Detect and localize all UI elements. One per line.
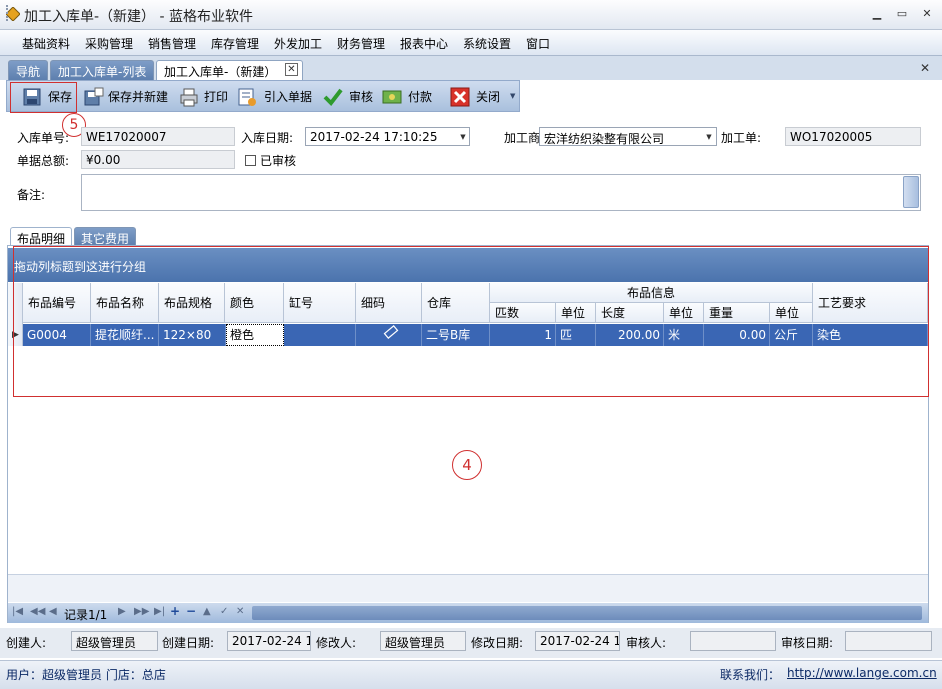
audited-checkbox[interactable] (245, 155, 256, 166)
menu-grip (6, 5, 10, 21)
import-document-button[interactable]: 引入单据 (264, 87, 312, 107)
record-counter: 记录1/1 (64, 608, 108, 622)
menu-reports[interactable]: 报表中心 (400, 35, 448, 51)
restore-icon[interactable]: ▭ (893, 6, 911, 22)
total-label: 单据总额: (17, 154, 70, 168)
tab-close-icon[interactable]: ✕ (285, 63, 298, 76)
menu-outsourcing[interactable]: 外发加工 (274, 35, 322, 51)
auditor-field (690, 631, 776, 651)
tab-other-costs[interactable]: 其它费用 (74, 227, 137, 246)
tab-navigation[interactable]: 导航 (8, 60, 49, 80)
audit-date-field (845, 631, 932, 651)
minimize-icon[interactable]: ▁ (868, 6, 886, 22)
menu-settings[interactable]: 系统设置 (463, 35, 511, 51)
chevron-down-icon[interactable]: ▼ (458, 132, 468, 142)
status-user-store: 用户：超级管理员 门店：总店 (6, 668, 166, 682)
close-doc-icon (450, 87, 470, 107)
nav-edit-icon[interactable]: ▲ (203, 606, 211, 620)
grid-footer-area (8, 574, 928, 602)
date-label: 入库日期: (241, 131, 294, 145)
close-icon[interactable]: ✕ (918, 6, 936, 22)
printer-icon (180, 88, 198, 107)
created-date-label: 创建日期: (162, 636, 215, 650)
tab-process-inbound-new[interactable]: 加工入库单-（新建） (156, 60, 304, 81)
payment-button[interactable]: 付款 (408, 87, 432, 107)
menu-window[interactable]: 窗口 (526, 35, 550, 51)
inbound-date-field[interactable]: 2017-02-24 17:10:25 (305, 127, 470, 146)
close-button[interactable]: 关闭 (476, 87, 500, 107)
audited-label: 已审核 (260, 154, 297, 168)
checkmark-icon (323, 88, 343, 107)
process-order-field[interactable]: WO17020005 (785, 127, 921, 146)
remark-textarea[interactable] (81, 174, 921, 211)
save-new-icon (84, 87, 104, 106)
nav-prev-page-icon[interactable]: ◀◀ (30, 606, 45, 620)
toolbar-dropdown-icon[interactable]: ▼ (510, 92, 515, 100)
menu-purchase[interactable]: 采购管理 (85, 35, 133, 51)
chevron-down-icon[interactable]: ▼ (704, 132, 714, 142)
nav-delete-icon[interactable]: − (186, 604, 196, 618)
audit-date-label: 审核日期: (781, 636, 834, 650)
contact-label: 联系我们： (720, 668, 781, 682)
menu-basic-data[interactable]: 基础资料 (22, 35, 70, 51)
grid-highlight-box (13, 246, 929, 397)
nav-prev-icon[interactable]: ◀ (49, 606, 57, 620)
audit-button[interactable]: 审核 (349, 87, 373, 107)
nav-next-page-icon[interactable]: ▶▶ (134, 606, 149, 620)
order-no-label: 入库单号: (17, 131, 70, 145)
nav-first-icon[interactable]: |◀ (12, 606, 23, 620)
order-no-field[interactable]: WE17020007 (81, 127, 235, 146)
nav-cancel-icon[interactable]: ✕ (236, 606, 244, 620)
callout-4: 4 (452, 450, 482, 480)
nav-next-icon[interactable]: ▶ (118, 606, 126, 620)
total-amount-field: ¥0.00 (81, 150, 235, 169)
auditor-label: 审核人: (626, 636, 667, 650)
save-and-new-button[interactable]: 保存并新建 (108, 87, 168, 107)
modifier-label: 修改人: (316, 636, 357, 650)
panel-close-icon[interactable]: ✕ (920, 61, 930, 75)
menu-finance[interactable]: 财务管理 (337, 35, 385, 51)
contact-link[interactable]: http://www.lange.com.cn (787, 666, 937, 680)
process-order-label: 加工单: (721, 131, 762, 145)
created-date-field: 2017-02-24 17 (227, 631, 311, 651)
menu-inventory[interactable]: 库存管理 (211, 35, 259, 51)
creator-field: 超级管理员 (71, 631, 158, 651)
menu-sales[interactable]: 销售管理 (148, 35, 196, 51)
modified-date-field: 2017-02-24 17 (535, 631, 620, 651)
modifier-field: 超级管理员 (380, 631, 466, 651)
tab-fabric-details[interactable]: 布品明细 (10, 227, 73, 246)
remark-scrollbar[interactable] (903, 176, 919, 208)
vendor-select[interactable]: 宏洋纺织染整有限公司 (539, 127, 717, 146)
horizontal-scrollbar[interactable] (252, 606, 922, 620)
modified-date-label: 修改日期: (471, 636, 524, 650)
payment-icon (382, 90, 402, 104)
remark-label: 备注: (17, 188, 46, 202)
creator-label: 创建人: (6, 636, 47, 650)
nav-last-icon[interactable]: ▶| (154, 606, 165, 620)
window-title: 加工入库单-（新建） - 蓝格布业软件 (24, 9, 254, 25)
import-document-icon (238, 88, 256, 106)
tab-process-inbound-list[interactable]: 加工入库单-列表 (50, 60, 155, 80)
nav-add-icon[interactable]: + (170, 604, 180, 618)
print-button[interactable]: 打印 (204, 87, 228, 107)
save-highlight-box (10, 82, 77, 113)
nav-confirm-icon[interactable]: ✓ (220, 606, 228, 620)
